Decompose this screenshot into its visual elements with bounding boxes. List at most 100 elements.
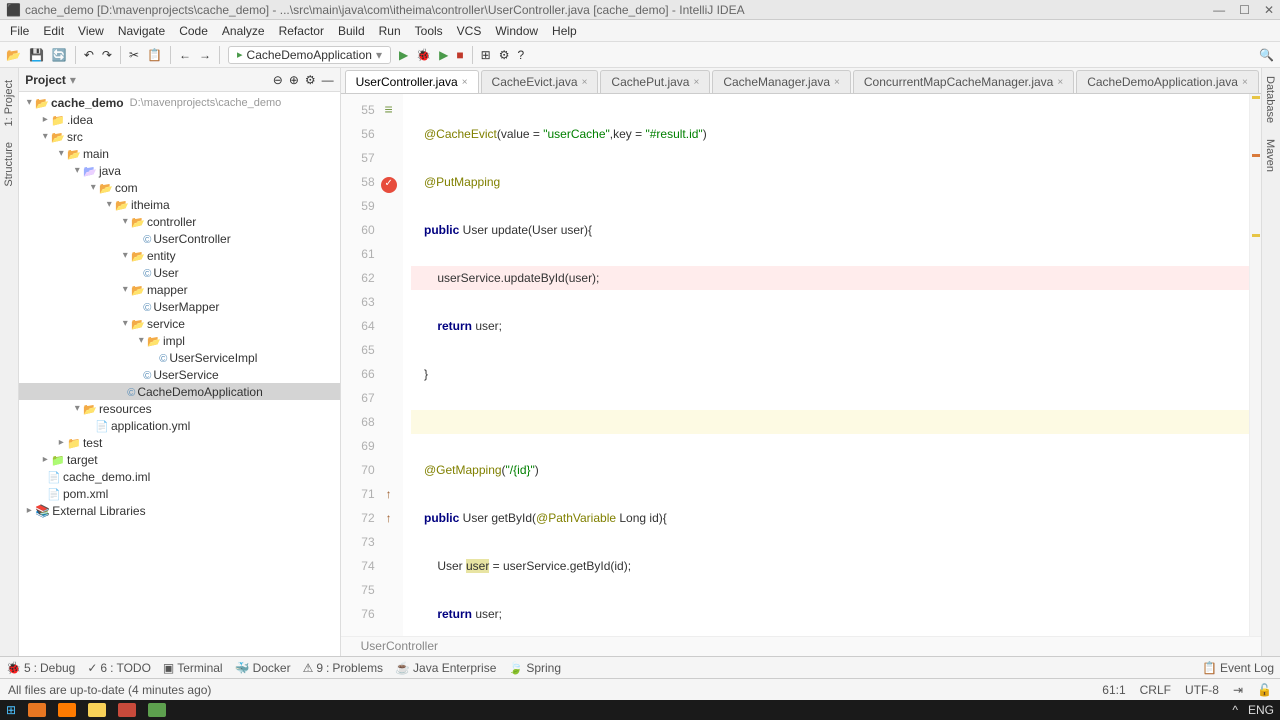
tree-pom[interactable]: pom.xml bbox=[63, 487, 108, 501]
tree-user[interactable]: User bbox=[153, 266, 178, 280]
tree-appyml[interactable]: application.yml bbox=[111, 419, 190, 433]
tree-service[interactable]: service bbox=[147, 317, 185, 331]
stop-button[interactable]: ■ bbox=[456, 48, 463, 62]
method-marker-icon[interactable]: ≡ bbox=[381, 102, 397, 118]
tree-src[interactable]: src bbox=[67, 130, 83, 144]
tree-iml[interactable]: cache_demo.iml bbox=[63, 470, 150, 484]
taskbar-app[interactable] bbox=[28, 703, 46, 717]
search-icon[interactable]: 🔍 bbox=[1259, 48, 1274, 62]
code-editor[interactable]: 5556575859606162636465666768697071727374… bbox=[341, 94, 1261, 636]
tree-com[interactable]: com bbox=[115, 181, 138, 195]
breadcrumb-item[interactable]: UserController bbox=[361, 639, 438, 653]
tree-cachedemoapp[interactable]: CacheDemoApplication bbox=[137, 385, 262, 399]
tray-chevron-icon[interactable]: ^ bbox=[1232, 703, 1238, 717]
project-tree[interactable]: ▾cache_demoD:\mavenprojects\cache_demo ▸… bbox=[19, 92, 339, 656]
taskbar-app[interactable] bbox=[148, 703, 166, 717]
file-encoding[interactable]: UTF-8 bbox=[1185, 683, 1219, 697]
tree-userserviceimpl[interactable]: UserServiceImpl bbox=[169, 351, 257, 365]
menu-build[interactable]: Build bbox=[332, 22, 371, 40]
sync-icon[interactable]: 🔄 bbox=[52, 48, 67, 62]
tab-cacheput[interactable]: CachePut.java× bbox=[600, 70, 710, 93]
menu-view[interactable]: View bbox=[72, 22, 110, 40]
tree-target[interactable]: target bbox=[67, 453, 98, 467]
close-tab-icon[interactable]: × bbox=[1057, 77, 1063, 88]
taskbar-app[interactable] bbox=[118, 703, 136, 717]
tree-idea[interactable]: .idea bbox=[67, 113, 93, 127]
close-tab-icon[interactable]: × bbox=[693, 77, 699, 88]
expand-icon[interactable]: ⊕ bbox=[289, 73, 299, 87]
line-ending[interactable]: CRLF bbox=[1140, 683, 1171, 697]
tree-extlib[interactable]: External Libraries bbox=[52, 504, 145, 518]
close-button[interactable]: ✕ bbox=[1264, 3, 1274, 17]
menu-file[interactable]: File bbox=[4, 22, 35, 40]
tree-usercontroller[interactable]: UserController bbox=[153, 232, 230, 246]
start-button[interactable]: ⊞ bbox=[6, 703, 16, 717]
menu-analyze[interactable]: Analyze bbox=[216, 22, 271, 40]
menu-edit[interactable]: Edit bbox=[37, 22, 70, 40]
structure-icon[interactable]: ⊞ bbox=[481, 48, 491, 62]
run-button[interactable]: ▶ bbox=[399, 48, 408, 62]
close-tab-icon[interactable]: × bbox=[462, 77, 468, 88]
bottom-tab-spring[interactable]: 🍃 Spring bbox=[508, 661, 561, 675]
error-stripe[interactable] bbox=[1249, 94, 1261, 636]
editor-breadcrumb[interactable]: UserController bbox=[341, 636, 1261, 656]
breakpoint-icon[interactable]: ✓ bbox=[381, 177, 397, 193]
menu-window[interactable]: Window bbox=[489, 22, 544, 40]
tree-itheima[interactable]: itheima bbox=[131, 198, 170, 212]
taskbar-app[interactable] bbox=[88, 703, 106, 717]
readonly-lock-icon[interactable]: 🔓 bbox=[1257, 683, 1272, 697]
close-tab-icon[interactable]: × bbox=[834, 77, 840, 88]
copy-icon[interactable]: 📋 bbox=[147, 48, 162, 62]
minimize-button[interactable]: — bbox=[1213, 3, 1225, 17]
tab-cachedemoapp[interactable]: CacheDemoApplication.java× bbox=[1076, 70, 1259, 93]
database-tool-tab[interactable]: Database bbox=[1262, 68, 1278, 131]
menu-vcs[interactable]: VCS bbox=[451, 22, 488, 40]
tree-entity[interactable]: entity bbox=[147, 249, 176, 263]
bottom-tab-todo[interactable]: ✓ 6: TODO bbox=[87, 661, 151, 675]
indent-setting[interactable]: ⇥ bbox=[1233, 683, 1243, 697]
tree-userservice[interactable]: UserService bbox=[153, 368, 218, 382]
close-tab-icon[interactable]: × bbox=[582, 77, 588, 88]
help-icon[interactable]: ? bbox=[517, 48, 524, 62]
gear-icon[interactable]: ⚙ bbox=[499, 48, 510, 62]
tree-main[interactable]: main bbox=[83, 147, 109, 161]
back-icon[interactable]: ← bbox=[179, 48, 191, 62]
bottom-tab-docker[interactable]: 🐳 Docker bbox=[235, 661, 291, 675]
menu-tools[interactable]: Tools bbox=[409, 22, 449, 40]
menu-help[interactable]: Help bbox=[546, 22, 583, 40]
menu-navigate[interactable]: Navigate bbox=[112, 22, 171, 40]
tab-concurrentmap[interactable]: ConcurrentMapCacheManager.java× bbox=[853, 70, 1074, 93]
bottom-tab-javaee[interactable]: ☕ Java Enterprise bbox=[395, 661, 496, 675]
bottom-tab-problems[interactable]: ⚠ 9: Problems bbox=[303, 661, 383, 675]
settings-icon[interactable]: ⚙ bbox=[305, 73, 316, 87]
tab-cachemanager[interactable]: CacheManager.java× bbox=[712, 70, 851, 93]
tree-controller[interactable]: controller bbox=[147, 215, 196, 229]
maven-tool-tab[interactable]: Maven bbox=[1262, 131, 1278, 180]
input-language[interactable]: ENG bbox=[1248, 703, 1274, 717]
debug-button[interactable]: 🐞 bbox=[416, 48, 431, 62]
undo-icon[interactable]: ↶ bbox=[84, 48, 94, 62]
tree-java[interactable]: java bbox=[99, 164, 121, 178]
tree-resources[interactable]: resources bbox=[99, 402, 152, 416]
tree-impl[interactable]: impl bbox=[163, 334, 185, 348]
event-log-button[interactable]: 📋 Event Log bbox=[1202, 661, 1274, 675]
project-tool-tab[interactable]: 1: Project bbox=[1, 72, 17, 134]
menu-run[interactable]: Run bbox=[373, 22, 407, 40]
tree-root[interactable]: cache_demo bbox=[51, 96, 124, 110]
tree-usermapper[interactable]: UserMapper bbox=[153, 300, 219, 314]
run-configuration[interactable]: ▸CacheDemoApplication▾ bbox=[228, 46, 391, 64]
maximize-button[interactable]: ☐ bbox=[1239, 3, 1250, 17]
close-tab-icon[interactable]: × bbox=[1242, 77, 1248, 88]
tab-usercontroller[interactable]: UserController.java× bbox=[345, 70, 479, 93]
forward-icon[interactable]: → bbox=[199, 48, 211, 62]
bottom-tab-terminal[interactable]: ▣ Terminal bbox=[163, 661, 223, 675]
caret-position[interactable]: 61:1 bbox=[1102, 683, 1125, 697]
collapse-icon[interactable]: ⊖ bbox=[273, 73, 283, 87]
override-icon[interactable]: ↑ bbox=[381, 487, 397, 503]
hide-icon[interactable]: — bbox=[322, 73, 334, 87]
coverage-button[interactable]: ▶ bbox=[439, 48, 448, 62]
code-content[interactable]: @CacheEvict(value = "userCache",key = "#… bbox=[403, 94, 1249, 636]
tab-cacheevict[interactable]: CacheEvict.java× bbox=[481, 70, 599, 93]
gutter[interactable]: ≡ ✓ ↑ ↑ bbox=[381, 94, 403, 636]
menu-refactor[interactable]: Refactor bbox=[273, 22, 330, 40]
